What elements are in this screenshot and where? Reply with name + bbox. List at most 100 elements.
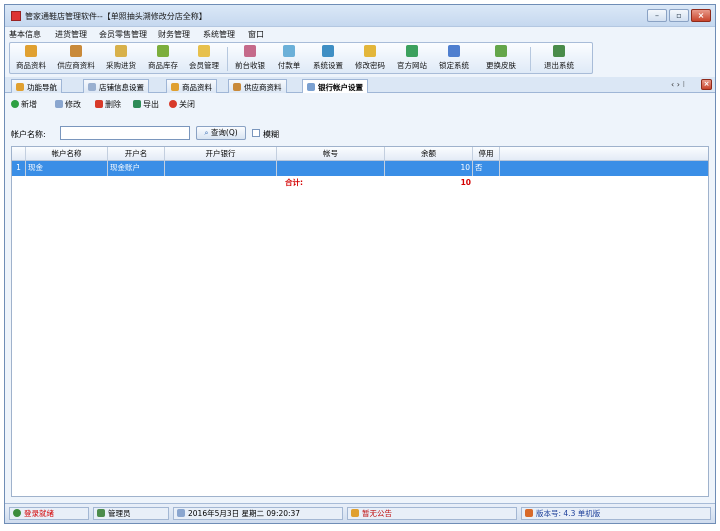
settings-icon	[322, 45, 334, 57]
app-logo-icon	[11, 11, 21, 21]
status-state: 登录就绪	[9, 507, 89, 520]
product-icon	[25, 45, 37, 57]
toolbar-supplier[interactable]: 供应商资料	[53, 45, 99, 72]
toolbar-product[interactable]: 商品资料	[12, 45, 50, 72]
minimize-button[interactable]: –	[647, 9, 667, 22]
tab-function-nav[interactable]: 功能导航	[11, 79, 62, 93]
cell-holder-name: 现金账户	[108, 161, 165, 176]
product-icon	[171, 83, 179, 91]
column-header[interactable]: 开户名	[108, 147, 165, 161]
tab-product[interactable]: 商品资料	[166, 79, 217, 93]
toolbar-stock[interactable]: 商品库存	[144, 45, 182, 72]
clock-icon	[177, 509, 185, 517]
status-version: 版本号: 4.3 单机版	[521, 507, 711, 520]
sum-balance: 10	[385, 176, 473, 191]
toolbar-settings[interactable]: 系统设置	[309, 45, 347, 72]
menu-window[interactable]: 窗口	[248, 29, 264, 40]
tab-bank-account[interactable]: 银行帐户设置	[302, 79, 368, 94]
toolbar-member[interactable]: 会员管理	[185, 45, 223, 72]
bank-icon	[307, 83, 315, 91]
export-button[interactable]: 导出	[133, 99, 159, 110]
query-button[interactable]: ⌕ 查询(Q)	[196, 126, 246, 140]
stock-icon	[157, 45, 169, 57]
restore-button[interactable]: ▫	[669, 9, 689, 22]
account-name-label: 帐户名称:	[11, 130, 46, 139]
add-button[interactable]: 新增	[11, 99, 37, 110]
column-header[interactable]: 帐户名称	[26, 147, 108, 161]
toolbar-change-password[interactable]: 修改密码	[351, 45, 389, 72]
cell-disabled: 否	[473, 161, 500, 176]
menu-purchase[interactable]: 进货管理	[55, 29, 87, 40]
export-icon	[133, 100, 141, 108]
cashier-icon	[244, 45, 256, 57]
column-header[interactable]: 帐号	[277, 147, 385, 161]
cell-balance: 10	[385, 161, 473, 176]
globe-icon	[406, 45, 418, 57]
member-icon	[198, 45, 210, 57]
minimize-icon: –	[655, 11, 659, 20]
toolbar-payment[interactable]: 付款单	[273, 45, 305, 72]
status-user: 管理员	[93, 507, 169, 520]
status-bar: 登录就绪 管理员 2016年5月3日 星期二 09:20:37 暂无公告 版本号…	[5, 503, 715, 523]
close-button[interactable]: 关闭	[169, 99, 195, 110]
main-toolbar: 商品资料 供应商资料 采购进货 商品库存 会员管理 前台收银 付款单 系统设置 …	[9, 42, 593, 74]
menu-finance[interactable]: 财务管理	[158, 29, 190, 40]
column-header[interactable]: 余额	[385, 147, 473, 161]
purchase-icon	[115, 45, 127, 57]
cell-account-number	[277, 161, 385, 176]
menu-system[interactable]: 系统管理	[203, 29, 235, 40]
close-icon	[169, 100, 177, 108]
fuzzy-checkbox[interactable]	[252, 129, 260, 137]
column-header[interactable]: 开户银行	[165, 147, 277, 161]
user-icon	[97, 509, 105, 517]
status-notice[interactable]: 暂无公告	[347, 507, 517, 520]
key-icon	[364, 45, 376, 57]
tab-shop-info[interactable]: 店铺信息设置	[83, 79, 149, 93]
tab-scroll-controls[interactable]: ‹ › ⁝	[671, 80, 685, 89]
fuzzy-label: 模糊	[263, 130, 279, 139]
toolbar-skin[interactable]: 更换皮肤	[478, 45, 524, 72]
supplier-icon	[70, 45, 82, 57]
edit-button[interactable]: 修改	[55, 99, 81, 110]
close-window-button[interactable]: ×	[691, 9, 711, 22]
skin-icon	[495, 45, 507, 57]
toolbar-exit[interactable]: 退出系统	[537, 45, 581, 72]
sum-row: 合计: 10	[12, 176, 708, 191]
cell-filler	[500, 161, 708, 176]
restore-icon: ▫	[676, 11, 682, 20]
menu-member-retail[interactable]: 会员零售管理	[99, 29, 147, 40]
edit-icon	[55, 100, 63, 108]
menu-bar: 基本信息 进货管理 会员零售管理 财务管理 系统管理 窗口	[5, 27, 715, 41]
search-row: 帐户名称: ⌕ 查询(Q) 模糊	[11, 126, 311, 142]
toolbar-lock[interactable]: 锁定系统	[435, 45, 473, 72]
row-number: 1	[12, 161, 26, 176]
lock-icon	[448, 45, 460, 57]
row-indicator-header	[12, 147, 26, 161]
toolbar-purchase[interactable]: 采购进货	[102, 45, 140, 72]
delete-button[interactable]: 删除	[95, 99, 121, 110]
version-icon	[525, 509, 533, 517]
window-title: 管家通鞋店管理软件--【单照抽头溯修改分店全称】	[25, 12, 207, 21]
menu-basic-info[interactable]: 基本信息	[9, 29, 41, 40]
toolbar-separator	[530, 47, 531, 71]
nav-icon	[16, 83, 24, 91]
tab-supplier[interactable]: 供应商资料	[228, 79, 287, 93]
cell-bank	[165, 161, 277, 176]
search-icon: ⌕	[204, 128, 211, 137]
column-header-filler	[500, 147, 708, 161]
table-row[interactable]: 1 现金 现金账户 10 否	[12, 161, 708, 176]
document-tab-strip: 功能导航 店铺信息设置 商品资料 供应商资料 银行帐户设置 ‹ › ⁝ ×	[5, 77, 715, 94]
notice-icon	[351, 509, 359, 517]
add-icon	[11, 100, 19, 108]
close-tab-button[interactable]: ×	[701, 79, 712, 90]
toolbar-cashier[interactable]: 前台收银	[231, 45, 269, 72]
column-header[interactable]: 停用	[473, 147, 500, 161]
account-name-input[interactable]	[60, 126, 190, 140]
delete-icon	[95, 100, 103, 108]
title-bar: 管家通鞋店管理软件--【单照抽头溯修改分店全称】 – ▫ ×	[5, 5, 715, 27]
payment-icon	[283, 45, 295, 57]
exit-icon	[553, 45, 565, 57]
cell-account-name: 现金	[26, 161, 108, 176]
bank-account-panel: 新增 修改 删除 导出 关闭 帐户名称: ⌕ 查询(Q) 模糊 帐户名称 开户名…	[5, 93, 715, 501]
toolbar-website[interactable]: 官方网站	[393, 45, 431, 72]
